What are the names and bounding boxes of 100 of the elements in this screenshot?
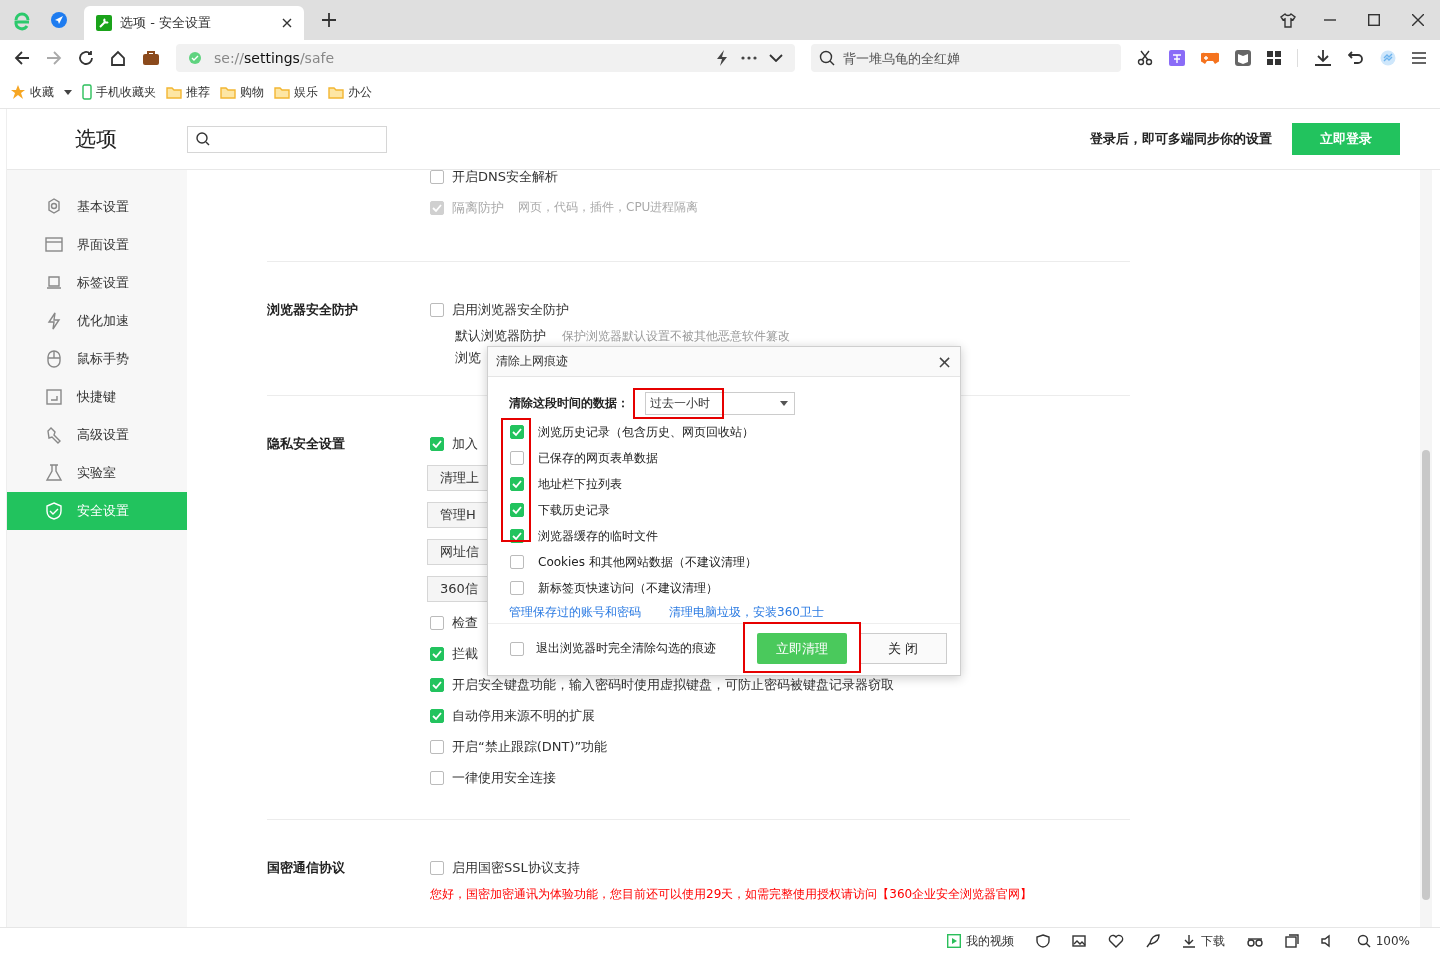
close-button[interactable]: 关 闭	[859, 633, 947, 665]
checkbox[interactable]	[430, 677, 444, 692]
undo-icon[interactable]	[1348, 50, 1364, 66]
laptop-icon	[45, 274, 63, 292]
checkbox[interactable]	[510, 555, 524, 570]
section-title: 隐私安全设置	[267, 435, 346, 453]
heart-icon[interactable]	[1107, 934, 1124, 948]
flask-icon	[45, 464, 63, 482]
translate-icon[interactable]	[1169, 50, 1185, 66]
checkbox[interactable]	[510, 451, 524, 466]
window-icon[interactable]	[1284, 934, 1299, 948]
send-icon[interactable]	[50, 11, 68, 29]
maximize-icon[interactable]	[1368, 14, 1380, 26]
sidebar-item[interactable]: 实验室	[7, 454, 187, 492]
range-label: 清除这段时间的数据：	[509, 394, 629, 412]
warning-text: 您好，国密加密通讯为体验功能，您目前还可以使用29天，如需完整使用授权请访问【360企业安全浏览器官网】	[430, 885, 1033, 903]
checkbox[interactable]	[430, 770, 444, 785]
option-label: 开启安全键盘功能，输入密码时使用虚拟键盘，可防止密码被键盘记录器窃取	[452, 675, 894, 694]
option-label: Cookies 和其他网站数据（不建议清理）	[538, 553, 757, 571]
sidebar-item[interactable]: 基本设置	[7, 188, 187, 226]
search-field[interactable]: 背一堆乌龟的全红婵	[811, 44, 1121, 72]
close-icon[interactable]	[1412, 14, 1424, 26]
option-label: 一律使用安全连接	[452, 768, 556, 787]
glasses-icon[interactable]	[1246, 935, 1263, 947]
shirt-icon[interactable]	[1280, 12, 1296, 28]
option-label: 启用浏览器安全防护	[452, 300, 569, 319]
page-title: 选项	[74, 126, 118, 153]
sidebar-item[interactable]: 快捷键	[7, 378, 187, 416]
checkbox[interactable]	[430, 436, 444, 451]
browser-tab[interactable]: 选项 - 安全设置	[84, 6, 304, 40]
section-title: 国密通信协议	[267, 859, 346, 877]
bookmark[interactable]: 购物	[220, 83, 264, 101]
video-button[interactable]: 我的视频	[946, 932, 1014, 950]
option-label: 已保存的网页表单数据	[538, 449, 658, 467]
gamepad-icon[interactable]	[1201, 51, 1219, 65]
checkbox[interactable]	[430, 170, 444, 184]
download-icon[interactable]	[1314, 49, 1332, 67]
sidebar-item[interactable]: 鼠标手势	[7, 340, 187, 378]
bookmark[interactable]: 推荐	[166, 83, 210, 101]
search-field[interactable]	[187, 125, 387, 153]
address-bar[interactable]: se://settings/safe	[176, 44, 795, 72]
chevron-down-icon[interactable]	[769, 54, 783, 62]
zoom-button[interactable]: 100%	[1356, 934, 1410, 948]
lightning-icon	[45, 312, 63, 330]
scissors-icon[interactable]	[1137, 50, 1153, 66]
briefcase-icon[interactable]	[142, 50, 160, 66]
home-icon[interactable]	[110, 50, 126, 66]
book-icon[interactable]	[1235, 50, 1251, 66]
scrollbar-thumb[interactable]	[1422, 450, 1430, 900]
sidebar-item[interactable]: 界面设置	[7, 226, 187, 264]
bookmark[interactable]: 手机收藏夹	[82, 83, 156, 101]
check-icon	[511, 504, 523, 517]
checkbox[interactable]	[430, 739, 444, 754]
link[interactable]: 管理保存过的账号和密码	[509, 603, 641, 621]
apps-icon[interactable]	[1267, 51, 1281, 65]
back-icon[interactable]	[14, 50, 30, 66]
reload-icon[interactable]	[78, 50, 94, 66]
mouse-icon	[45, 350, 63, 368]
login-prompt: 登录后，即可多端同步你的设置	[1090, 130, 1272, 148]
image-icon[interactable]	[1071, 934, 1086, 948]
shield-icon	[45, 502, 63, 520]
url-text: se://settings/safe	[214, 50, 335, 66]
option-label: 开启DNS安全解析	[452, 170, 558, 186]
option-label: 隔离防护	[452, 198, 504, 217]
close-button[interactable]: ×	[936, 351, 952, 373]
sidebar-item[interactable]: 标签设置	[7, 264, 187, 302]
dropdown-icon[interactable]	[64, 89, 72, 95]
checkbox[interactable]	[430, 302, 444, 317]
option-label: 浏览历史记录（包含历史、网页回收站）	[538, 423, 754, 441]
checkbox[interactable]	[430, 708, 444, 723]
sidebar-item[interactable]: 优化加速	[7, 302, 187, 340]
download-icon	[1181, 934, 1196, 948]
checkbox[interactable]	[430, 646, 444, 661]
checkbox[interactable]	[510, 477, 524, 492]
option-label: 浏览器缓存的临时文件	[538, 527, 658, 545]
shield-icon[interactable]	[1035, 934, 1050, 948]
download-button[interactable]: 下载	[1181, 932, 1225, 950]
checkbox[interactable]	[430, 615, 444, 630]
close-icon[interactable]	[282, 18, 292, 28]
option-label: 默认浏览器防护	[455, 327, 546, 345]
checkbox[interactable]	[510, 581, 524, 596]
time-range-select[interactable]: 过去一小时	[645, 391, 795, 415]
more-icon[interactable]	[741, 56, 757, 60]
lightning-icon[interactable]	[715, 50, 729, 66]
gear-icon	[45, 198, 63, 216]
check-icon	[511, 478, 523, 491]
checkbox[interactable]	[510, 503, 524, 518]
keyboard-icon	[45, 388, 63, 406]
checkbox[interactable]	[510, 425, 524, 440]
link[interactable]: 清理电脑垃圾，安装360卫士	[669, 603, 824, 621]
checkbox[interactable]	[510, 641, 524, 656]
menu-icon[interactable]	[1412, 52, 1426, 64]
sidebar-item[interactable]: 高级设置	[7, 416, 187, 454]
bookmark[interactable]: 收藏	[10, 83, 54, 101]
bookmark[interactable]: 娱乐	[274, 83, 318, 101]
bookmark[interactable]: 办公	[328, 83, 372, 101]
plus-icon[interactable]	[322, 13, 336, 27]
checkbox[interactable]	[430, 860, 444, 875]
secure-icon	[188, 51, 202, 65]
folder-icon	[274, 85, 290, 99]
